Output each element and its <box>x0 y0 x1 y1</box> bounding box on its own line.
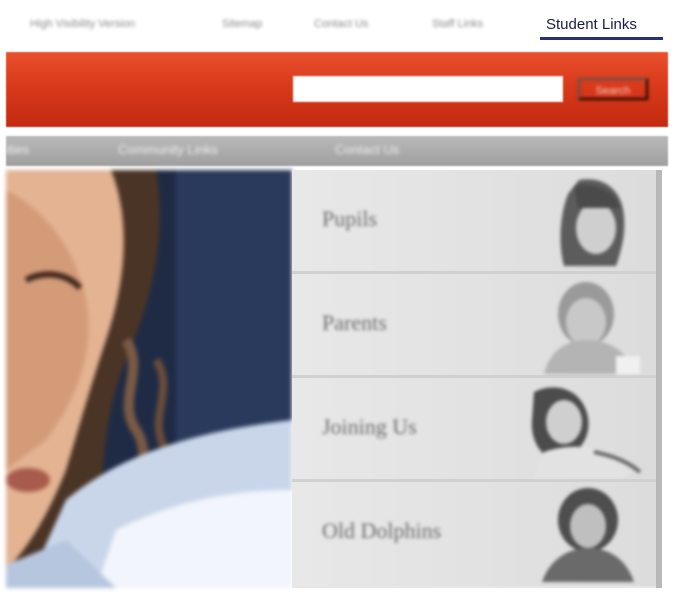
audience-row-parents[interactable]: Parents <box>292 274 656 378</box>
audience-panel: Pupils Parents Joining Us Old Dolphins <box>292 170 662 588</box>
contact-us-link[interactable]: Contact Us <box>314 18 368 30</box>
staff-links-link[interactable]: Staff Links <box>432 18 483 30</box>
alumni-portrait-icon <box>542 488 634 582</box>
audience-label: Old Dolphins <box>322 518 442 543</box>
hero-photo <box>6 170 292 588</box>
student-links-link[interactable]: Student Links <box>546 16 637 33</box>
audience-label: Joining Us <box>322 414 417 439</box>
high-visibility-link[interactable]: High Visibility Version <box>30 18 135 30</box>
search-button[interactable]: Search <box>578 78 648 100</box>
sitemap-link[interactable]: Sitemap <box>222 18 262 30</box>
audience-row-joining-us[interactable]: Joining Us <box>292 378 656 482</box>
joining-portrait-icon <box>531 387 642 478</box>
audience-label: Pupils <box>322 206 378 231</box>
nav-item-activities[interactable]: ities <box>6 142 29 157</box>
utility-links-bar: High Visibility Version Sitemap Contact … <box>0 0 690 46</box>
audience-row-old-dolphins[interactable]: Old Dolphins <box>292 482 656 586</box>
audience-label: Parents <box>322 310 387 335</box>
nav-item-contact-us[interactable]: Contact Us <box>335 142 399 157</box>
pupil-portrait-icon <box>560 179 625 266</box>
hero-photo-art <box>6 170 292 588</box>
audience-row-pupils[interactable]: Pupils <box>292 170 656 274</box>
nav-item-community-links[interactable]: Community Links <box>118 142 218 157</box>
active-link-underline <box>540 37 663 40</box>
search-input[interactable] <box>293 76 563 102</box>
parent-portrait-icon <box>544 282 640 374</box>
